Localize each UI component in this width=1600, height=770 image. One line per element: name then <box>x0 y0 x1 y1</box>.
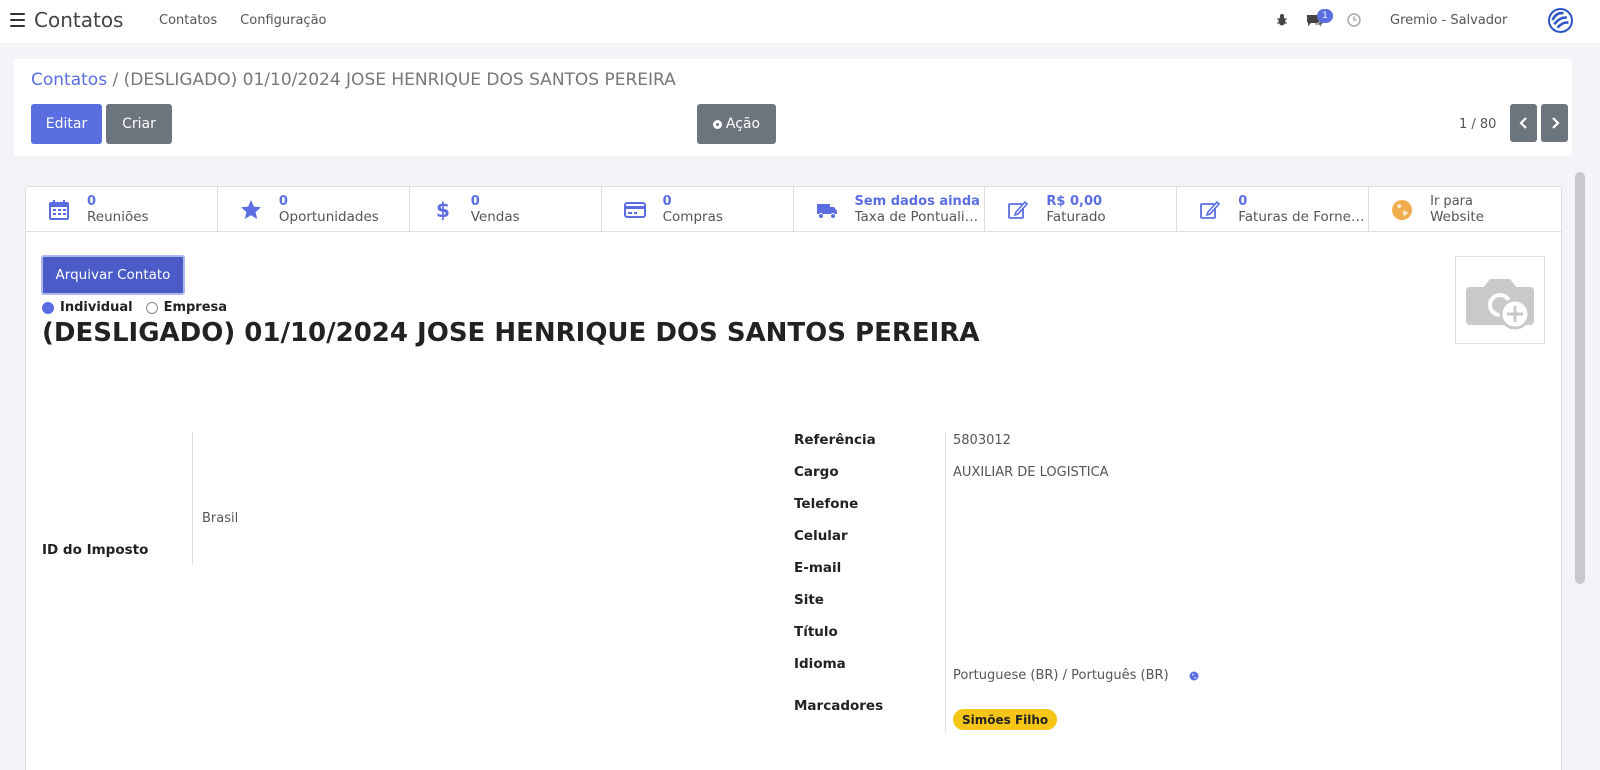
stat-value: Ir para <box>1430 194 1473 209</box>
breadcrumb: Contatos / (DESLIGADO) 01/10/2024 JOSE H… <box>31 70 676 90</box>
app-title[interactable]: Contatos <box>34 8 123 32</box>
user-avatar[interactable] <box>1548 8 1573 33</box>
job-field[interactable]: AUXILIAR DE LOGISTICA <box>953 465 1109 480</box>
smart-button-box: 0 Reuniões 0 Oportunidades $ 0 Vendas 0 <box>26 187 1561 232</box>
breadcrumb-separator: / <box>107 70 124 90</box>
dollar-icon: $ <box>436 199 450 221</box>
job-label: Cargo <box>794 464 839 480</box>
stat-button-pontualidade[interactable]: Sem dados ainda Taxa de Pontualidade <box>794 187 986 232</box>
stat-label: Vendas <box>470 209 520 225</box>
stat-value: 0 <box>87 194 97 209</box>
bug-icon[interactable] <box>1276 13 1288 27</box>
pager-previous-button[interactable] <box>1510 104 1537 142</box>
edit-icon <box>1200 200 1221 219</box>
mobile-label: Celular <box>794 528 848 544</box>
control-panel: Contatos / (DESLIGADO) 01/10/2024 JOSE H… <box>14 59 1572 156</box>
site-label: Site <box>794 592 824 608</box>
radio-empresa[interactable] <box>145 301 158 314</box>
breadcrumb-parent[interactable]: Contatos <box>31 70 107 90</box>
stat-label: Taxa de Pontualidade <box>854 209 983 225</box>
radio-individual-label[interactable]: Individual <box>60 300 133 315</box>
action-button[interactable]: Ação <box>697 104 776 144</box>
calendar-icon <box>49 200 69 220</box>
camera-icon <box>1466 279 1534 330</box>
form-sheet: 0 Reuniões 0 Oportunidades $ 0 Vendas 0 <box>25 186 1562 770</box>
edit-icon <box>1008 200 1029 219</box>
pager-next-button[interactable] <box>1541 104 1568 142</box>
contact-image-upload[interactable] <box>1455 256 1545 344</box>
stat-value: Sem dados ainda <box>854 194 980 209</box>
stat-button-vendas[interactable]: $ 0 Vendas <box>410 187 602 232</box>
reference-label: Referência <box>794 432 876 448</box>
stat-label: Reuniões <box>87 209 149 225</box>
chat-badge: 1 <box>1317 9 1333 23</box>
language-field[interactable]: Portuguese (BR) / Português (BR) <box>953 668 1169 683</box>
top-navbar: Contatos Contatos Configuração 1 Gremio … <box>0 0 1600 43</box>
stat-button-compras[interactable]: 0 Compras <box>602 187 794 232</box>
stat-button-reunioes[interactable]: 0 Reuniões <box>26 187 218 232</box>
stat-button-oportunidades[interactable]: 0 Oportunidades <box>218 187 410 232</box>
email-label: E-mail <box>794 560 842 576</box>
create-button[interactable]: Criar <box>106 104 172 144</box>
company-type-radio: Individual Empresa <box>42 300 240 315</box>
globe-icon[interactable] <box>1189 671 1199 681</box>
nav-item-configuracao[interactable]: Configuração <box>240 13 326 28</box>
breadcrumb-current: (DESLIGADO) 01/10/2024 JOSE HENRIQUE DOS… <box>123 70 676 90</box>
contact-name[interactable]: (DESLIGADO) 01/10/2024 JOSE HENRIQUE DOS… <box>42 318 979 348</box>
stat-value: R$ 0,00 <box>1046 194 1103 209</box>
tags-label: Marcadores <box>794 698 884 714</box>
menu-icon[interactable] <box>10 13 25 27</box>
stat-value: 0 <box>278 194 288 209</box>
scrollbar-thumb[interactable] <box>1575 172 1585 584</box>
stat-label: Oportunidades <box>278 209 379 225</box>
stat-label: Website <box>1430 209 1484 225</box>
column-divider <box>192 432 193 565</box>
nav-item-contatos[interactable]: Contatos <box>159 13 217 28</box>
language-label: Idioma <box>794 656 846 672</box>
chevron-left-icon <box>1518 117 1527 129</box>
phone-label: Telefone <box>794 496 859 512</box>
archive-contact-button[interactable]: Arquivar Contato <box>41 255 185 295</box>
pager-value[interactable]: 1 / 80 <box>1459 117 1496 132</box>
stat-label: Compras <box>662 209 723 225</box>
country-field[interactable]: Brasil <box>202 511 238 526</box>
stat-value: 0 <box>470 194 480 209</box>
svg-text:$: $ <box>436 199 450 221</box>
stat-value: 0 <box>1238 194 1248 209</box>
tax-id-label: ID do Imposto <box>42 542 149 558</box>
stat-label: Faturas de Fornecedores <box>1238 209 1367 225</box>
radio-individual[interactable] <box>42 301 54 314</box>
title-label: Título <box>794 624 838 640</box>
chevron-right-icon <box>1551 117 1560 129</box>
credit-card-icon <box>623 202 646 218</box>
radio-empresa-label[interactable]: Empresa <box>164 300 227 315</box>
globe-icon <box>1392 200 1413 220</box>
truck-icon <box>816 204 837 219</box>
action-label: Ação <box>725 116 761 132</box>
clock-icon[interactable] <box>1347 13 1361 27</box>
gear-icon <box>712 119 722 129</box>
reference-field[interactable]: 5803012 <box>953 433 1011 448</box>
tag-badge[interactable]: Simões Filho <box>953 709 1058 730</box>
star-icon <box>240 200 261 219</box>
company-switcher[interactable]: Gremio - Salvador <box>1390 13 1507 28</box>
nav-menu: Contatos Configuração <box>159 13 350 28</box>
stat-button-faturado[interactable]: R$ 0,00 Faturado <box>985 187 1178 232</box>
stat-button-faturas-fornecedores[interactable]: 0 Faturas de Fornecedores <box>1177 187 1370 232</box>
stat-label: Faturado <box>1046 209 1106 225</box>
stat-button-website[interactable]: Ir para Website <box>1369 187 1561 232</box>
edit-button[interactable]: Editar <box>31 104 102 144</box>
column-divider <box>945 432 946 732</box>
stat-value: 0 <box>662 194 672 209</box>
